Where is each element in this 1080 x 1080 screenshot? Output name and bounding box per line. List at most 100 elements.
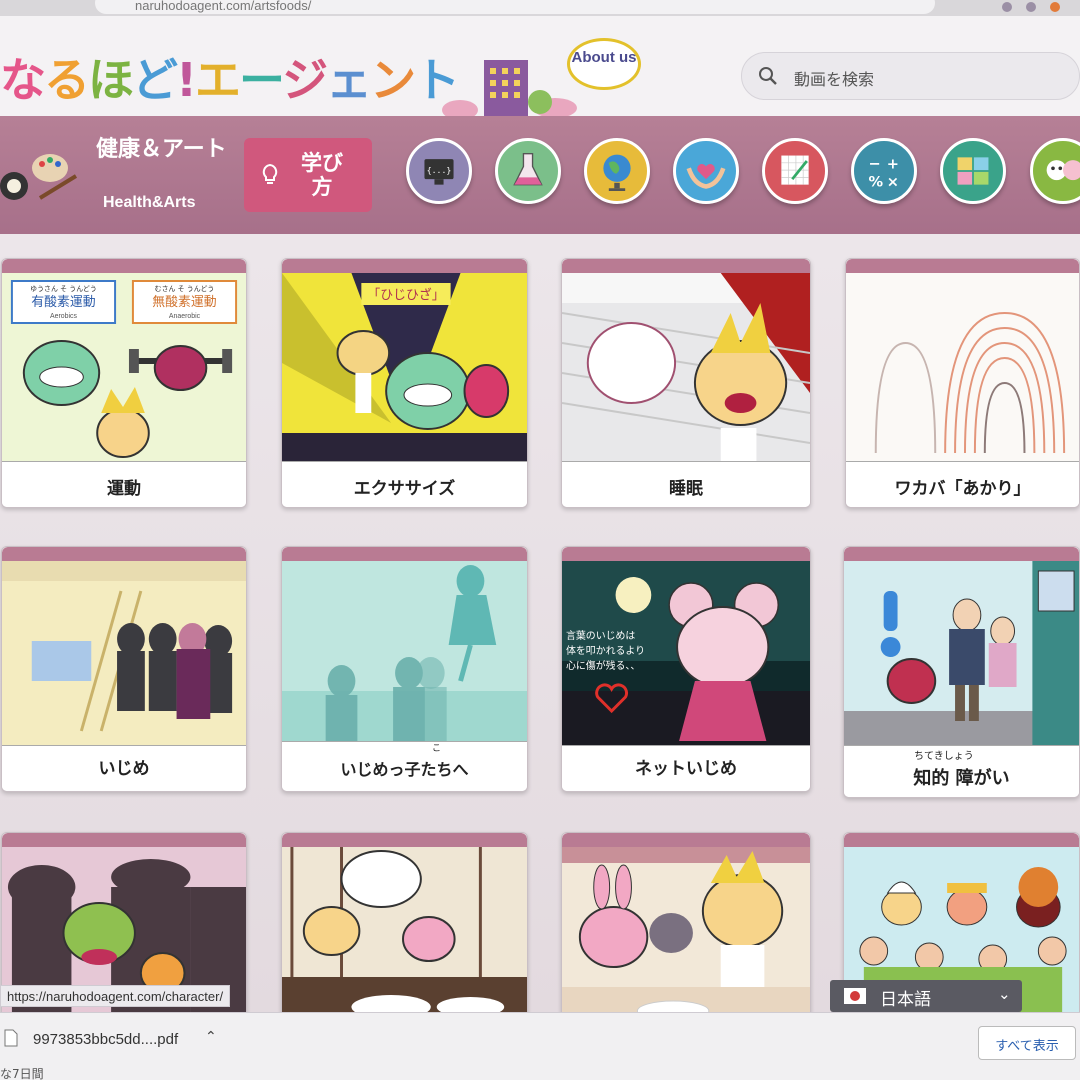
logo-char: る [44, 53, 90, 107]
card-tab [282, 259, 527, 273]
video-card[interactable]: いじめ [1, 546, 247, 792]
video-card[interactable]: 言葉のいじめは 体を叩かれるより 心に傷が残る、、 ネットいじめ [561, 546, 811, 792]
category-title: 健康＆アート [96, 137, 227, 162]
how-to-learn-button[interactable]: 学び方 [244, 138, 372, 212]
characters-icon [1046, 160, 1080, 181]
card-tab [2, 833, 246, 847]
site-logo[interactable]: なるほど!エージェント [0, 44, 460, 110]
download-file-name[interactable]: 9973853bbc5dd....pdf [33, 1031, 178, 1048]
video-grid: ゆうさん そ うんどう 有酸素運動 Aerobics むさん そ うんどう 無酸… [0, 234, 1080, 1022]
file-icon [4, 1029, 18, 1047]
video-thumbnail [562, 847, 810, 1021]
video-card[interactable]: こ いじめっ子たちへ [281, 546, 528, 792]
video-card[interactable]: ゆうさん そ うんどう 有酸素運動 Aerobics むさん そ うんどう 無酸… [1, 258, 247, 508]
category-character-button[interactable] [1030, 138, 1080, 204]
thumbnail-label: 有酸素運動 [31, 295, 95, 310]
video-title-text: 知的 障がい [913, 768, 1010, 789]
language-select[interactable]: 日本語 ⌄ [830, 980, 1022, 1012]
video-card[interactable]: 睡眠 [561, 258, 811, 508]
computer-icon: {...} [424, 159, 454, 185]
video-card[interactable]: ちてきしょう 知的 障がい [843, 546, 1080, 798]
svg-text:×: × [887, 174, 899, 190]
category-society-button[interactable] [584, 138, 650, 204]
logo-char: ど [132, 53, 178, 107]
logo-char: ほ [88, 53, 134, 107]
download-subtext: な7日間 [0, 1067, 44, 1080]
how-to-learn-label: 学び方 [301, 151, 343, 199]
video-thumbnail: 「ひじひざ」 [282, 273, 527, 463]
thumbnail-label: 体を叩かれるより [566, 645, 645, 657]
video-thumbnail [282, 847, 527, 1021]
thumbnail-label: 心に傷が残る、、 [566, 659, 640, 672]
download-bar: 9973853bbc5dd....pdf ⌃ な7日間 すべて表示 [0, 1012, 1080, 1080]
logo-char: ジ [282, 53, 328, 107]
video-title: 運動 [2, 461, 246, 507]
video-title: エクササイズ [282, 461, 527, 507]
search-input[interactable]: 動画を検索 [741, 52, 1080, 100]
category-science-button[interactable] [495, 138, 561, 204]
extension-icon[interactable] [1026, 2, 1036, 12]
thumbnail-label: 「ひじひざ」 [367, 287, 444, 303]
card-tab [282, 547, 527, 561]
japan-flag-icon [844, 988, 866, 1004]
furigana-label: ちてきしょう [914, 751, 974, 762]
thumbnail-label: Aerobics [50, 313, 78, 320]
card-tab [844, 547, 1079, 561]
video-thumbnail [844, 561, 1079, 747]
chevron-down-icon: ⌄ [998, 985, 1011, 1003]
video-card[interactable] [561, 832, 811, 1022]
svg-text:%: % [869, 174, 884, 190]
category-computer-button[interactable]: {...} [406, 138, 472, 204]
video-title: いじめ [2, 745, 246, 791]
video-title-text: いじめっ子たちへ [340, 760, 469, 779]
video-title: ワカバ「あかり」 [846, 461, 1079, 507]
card-tab [2, 547, 246, 561]
video-thumbnail [2, 561, 246, 747]
video-title: ネットいじめ [562, 745, 810, 791]
profile-avatar[interactable] [1050, 2, 1060, 12]
card-tab [282, 833, 527, 847]
chevron-up-icon[interactable]: ⌃ [205, 1029, 217, 1045]
video-card[interactable] [281, 832, 528, 1022]
category-math-button[interactable]: − +% × [851, 138, 917, 204]
search-icon [759, 67, 777, 85]
video-title: 睡眠 [562, 461, 810, 507]
card-tab [562, 259, 810, 273]
search-placeholder: 動画を検索 [794, 70, 875, 89]
palette-icon [0, 154, 78, 200]
about-us-button[interactable]: About us [567, 38, 641, 90]
video-title: こ いじめっ子たちへ [282, 741, 527, 791]
video-thumbnail: ゆうさん そ うんどう 有酸素運動 Aerobics むさん そ うんどう 無酸… [2, 273, 246, 463]
logo-char: ェ [326, 53, 372, 107]
video-card[interactable]: 「ひじひざ」 エクササイズ [281, 258, 528, 508]
svg-text:−: − [869, 156, 881, 172]
thumbnail-label: 言葉のいじめは [566, 629, 635, 642]
video-thumbnail: 言葉のいじめは 体を叩かれるより 心に傷が残る、、 [562, 561, 810, 747]
math-icon: − +% × [869, 156, 899, 190]
svg-text:+: + [887, 156, 899, 172]
address-bar[interactable]: naruhodoagent.com/artsfoods/ [95, 0, 935, 14]
category-subtitle: Health&Arts [103, 194, 196, 211]
globe-icon [603, 154, 631, 191]
logo-building-illustration [442, 60, 577, 116]
card-tab [562, 547, 810, 561]
language-label: 日本語 [880, 990, 931, 1010]
card-tab [2, 259, 246, 273]
category-puzzle-button[interactable] [940, 138, 1006, 204]
logo-char: ン [370, 53, 416, 107]
extension-icon[interactable] [1002, 2, 1012, 12]
card-tab [844, 833, 1079, 847]
furigana-label: こ [432, 744, 442, 754]
show-all-button[interactable]: すべて表示 [978, 1026, 1076, 1060]
video-thumbnail [562, 273, 810, 463]
card-tab [846, 259, 1079, 273]
category-art-button[interactable] [762, 138, 828, 204]
category-heart-button[interactable] [673, 138, 739, 204]
svg-text:{...}: {...} [427, 165, 452, 175]
logo-char: な [0, 53, 46, 107]
logo-char: ! [176, 53, 197, 107]
puzzle-icon [957, 157, 989, 185]
logo-char: ー [238, 53, 284, 107]
video-card[interactable]: ワカバ「あかり」 [845, 258, 1080, 508]
card-tab [562, 833, 810, 847]
